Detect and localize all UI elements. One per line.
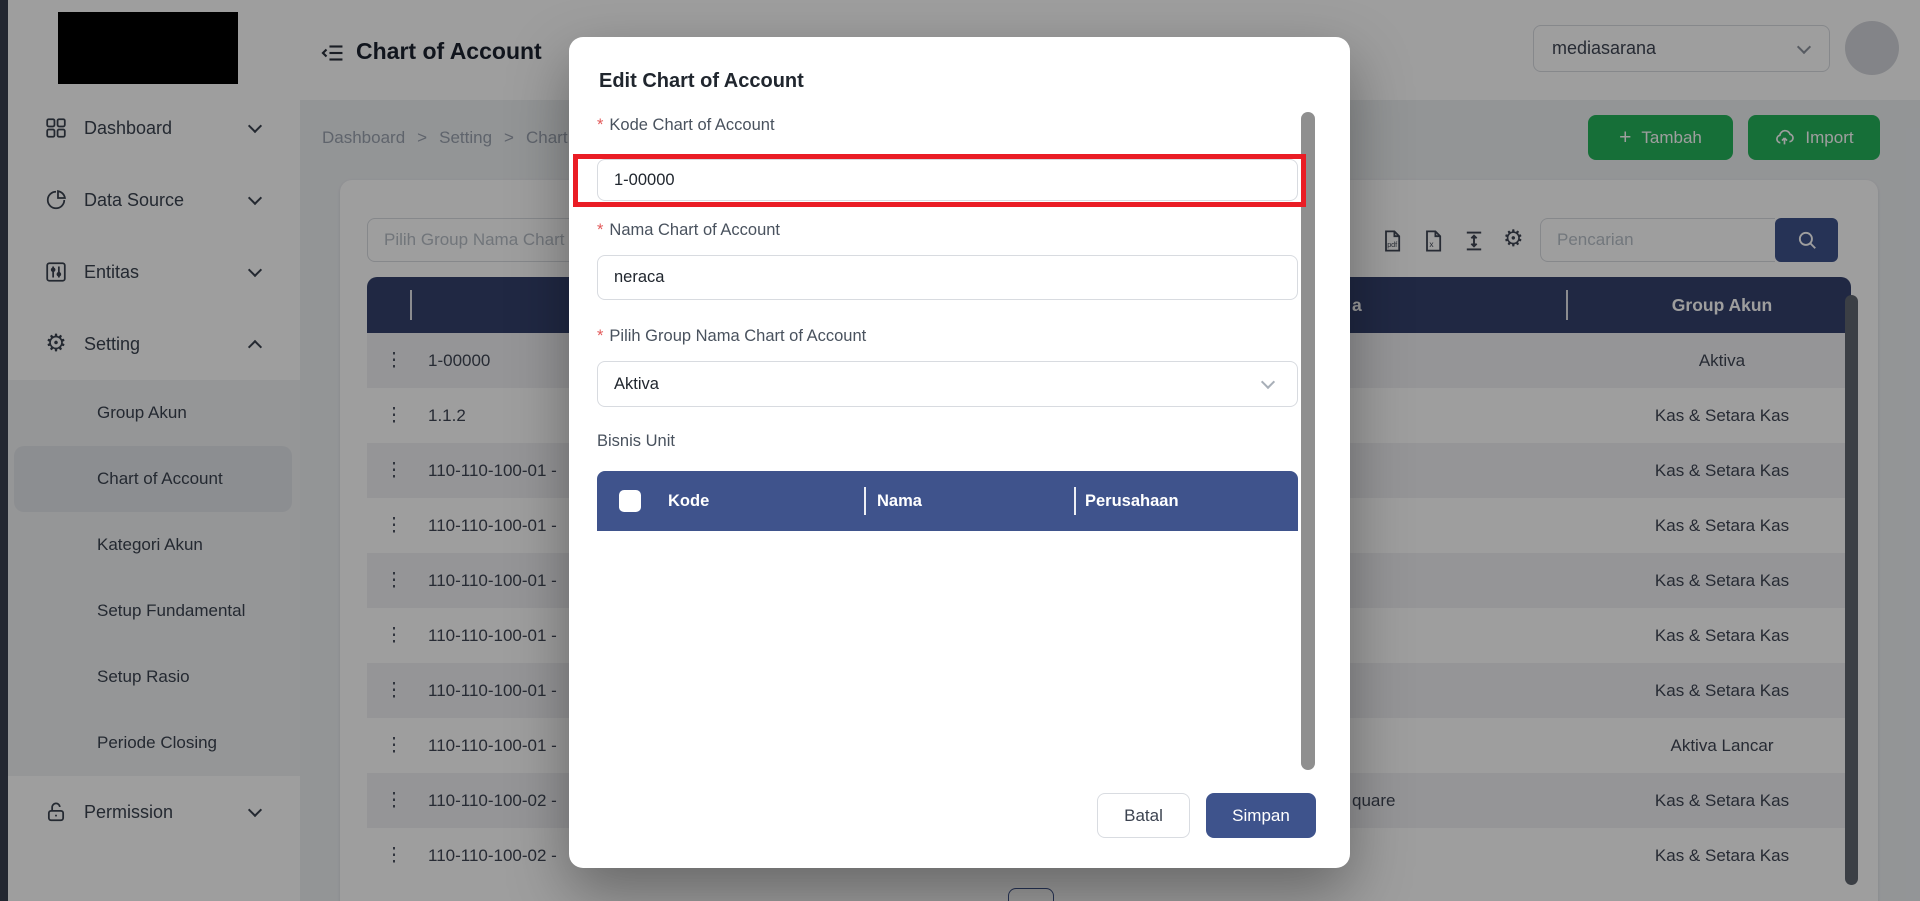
bisnis-unit-table-header: Kode Nama Perusahaan (597, 471, 1298, 531)
cancel-button[interactable]: Batal (1097, 793, 1190, 838)
modal-scrollbar-thumb[interactable] (1301, 112, 1315, 770)
save-button[interactable]: Simpan (1206, 793, 1316, 838)
kode-input[interactable] (597, 159, 1298, 201)
column-separator (1074, 487, 1076, 515)
edit-coa-modal: Edit Chart of Account *Kode Chart of Acc… (569, 37, 1350, 868)
bu-header-kode: Kode (668, 492, 864, 511)
required-mark: * (597, 327, 603, 345)
required-mark: * (597, 221, 603, 239)
column-separator (864, 487, 866, 515)
bisnis-unit-label: Bisnis Unit (597, 432, 675, 451)
nama-field-label: *Nama Chart of Account (597, 221, 780, 240)
kode-field-label: *Kode Chart of Account (597, 116, 775, 135)
group-select[interactable]: Aktiva (597, 361, 1298, 407)
select-all-checkbox[interactable] (619, 490, 641, 512)
modal-title: Edit Chart of Account (599, 70, 804, 93)
bu-header-perusahaan: Perusahaan (1085, 492, 1298, 511)
group-field-label: *Pilih Group Nama Chart of Account (597, 327, 866, 346)
app-root: Dashboard Data Source Entitas ⚙ Settin (0, 0, 1920, 901)
group-select-value: Aktiva (614, 375, 1263, 394)
bu-header-nama: Nama (877, 492, 1072, 511)
bisnis-unit-table: Kode Nama Perusahaan (597, 471, 1298, 780)
chevron-down-icon (1261, 375, 1275, 389)
required-mark: * (597, 116, 603, 134)
nama-input[interactable] (597, 255, 1298, 300)
